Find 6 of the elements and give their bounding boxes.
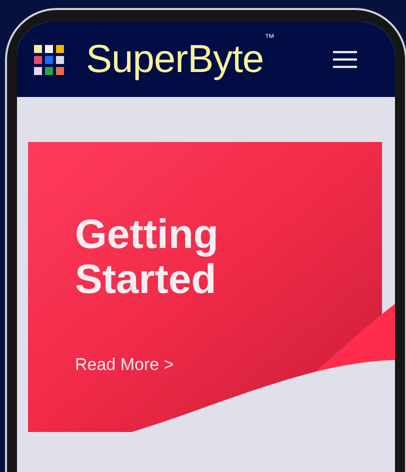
menu-icon[interactable] — [333, 51, 357, 68]
read-more-link[interactable]: Read More > — [75, 352, 174, 378]
brand-name: SuperByte — [86, 40, 264, 79]
hero-title: Getting Started — [75, 212, 220, 302]
logo-icon — [34, 44, 64, 74]
trademark: ™ — [264, 34, 275, 44]
